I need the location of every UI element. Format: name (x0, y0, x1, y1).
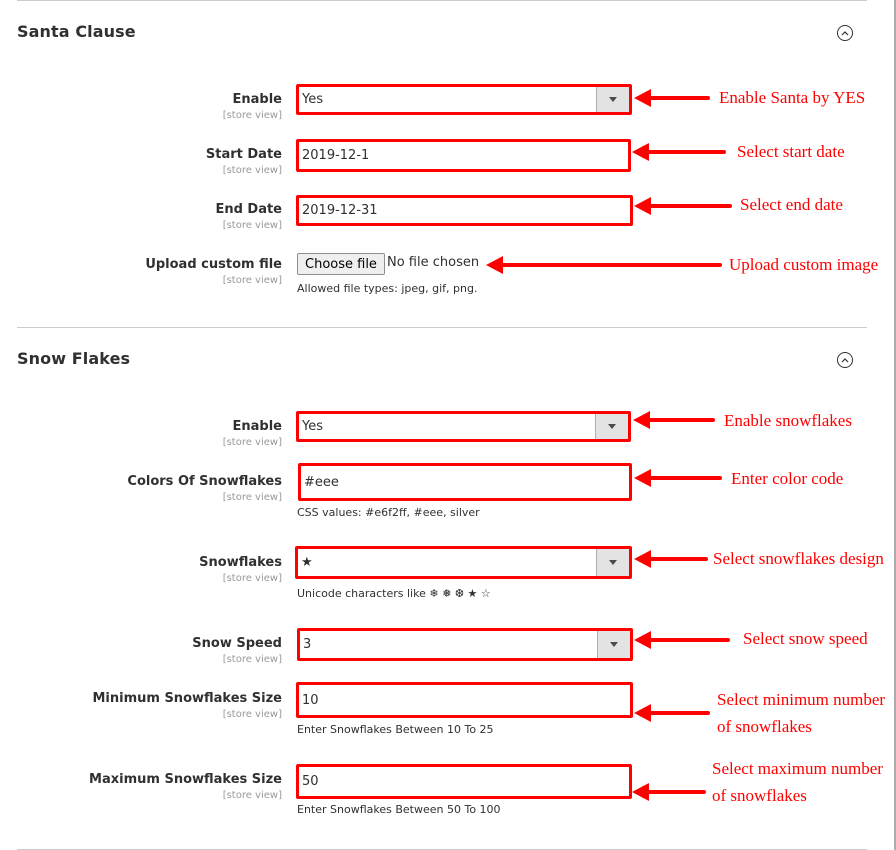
annotation-arrow-icon (486, 255, 722, 275)
end-date-field[interactable] (302, 198, 630, 223)
chevron-up-circle-icon[interactable] (837, 352, 853, 368)
annotation-arrow-icon (634, 196, 732, 216)
dropdown-arrow-icon[interactable] (597, 631, 630, 658)
start-date-label: Start Date (205, 147, 282, 162)
annotation-arrow-icon (632, 782, 706, 802)
annotation-arrow-icon (633, 410, 715, 430)
snowflake-char-scope: [store view] (222, 573, 282, 584)
annotation-max-line2: of snowflakes (712, 786, 807, 805)
santa-enable-select[interactable]: Yes (296, 84, 632, 115)
annotation-santa-enable: Enable Santa by YES (719, 88, 866, 107)
santa-enable-value: Yes (302, 92, 323, 107)
upload-file-scope: [store view] (222, 275, 282, 286)
dropdown-arrow-icon[interactable] (596, 549, 629, 576)
snow-speed-label: Snow Speed (192, 636, 282, 651)
section-divider (17, 327, 867, 328)
annotation-start-date: Select start date (737, 142, 845, 161)
min-size-field[interactable] (302, 685, 630, 715)
annotation-arrow-icon (634, 468, 722, 488)
max-size-scope: [store view] (222, 790, 282, 801)
file-status: No file chosen (387, 255, 480, 270)
chevron-up-circle-icon[interactable] (837, 25, 853, 41)
min-size-input[interactable] (296, 682, 633, 718)
snowflake-char-label: Snowflakes (199, 555, 282, 570)
snowflake-color-field[interactable] (304, 466, 629, 498)
upload-file-note: Allowed file types: jpeg, gif, png. (297, 282, 478, 295)
annotation-upload: Upload custom image (729, 255, 879, 274)
snow-enable-select[interactable]: Yes (296, 411, 631, 442)
min-size-scope: [store view] (222, 709, 282, 720)
annotation-design: Select snowflakes design (713, 549, 884, 568)
annotation-max-line1: Select maximum number (712, 759, 883, 778)
choose-file-button[interactable]: Choose file (297, 253, 385, 275)
snow-enable-scope: [store view] (222, 437, 282, 448)
snow-speed-scope: [store view] (222, 654, 282, 665)
santa-enable-label: Enable (232, 92, 283, 107)
section-title-snow-flakes[interactable]: Snow Flakes (17, 349, 130, 368)
annotation-arrow-icon (632, 142, 726, 162)
min-size-label: Minimum Snowflakes Size (92, 691, 282, 706)
snowflake-char-select[interactable]: ★ (295, 546, 632, 579)
snowflake-color-label: Colors Of Snowflakes (127, 474, 282, 489)
section-divider (17, 0, 867, 1)
annotation-color: Enter color code (731, 469, 844, 488)
snowflake-char-value: ★ (301, 555, 313, 570)
max-size-input[interactable] (296, 764, 632, 799)
dropdown-arrow-icon[interactable] (595, 414, 628, 439)
max-size-note: Enter Snowflakes Between 50 To 100 (297, 803, 501, 816)
snowflake-color-scope: [store view] (222, 492, 282, 503)
min-size-note: Enter Snowflakes Between 10 To 25 (297, 723, 494, 736)
annotation-speed: Select snow speed (743, 629, 868, 648)
annotation-min-line2: of snowflakes (717, 717, 812, 736)
max-size-label: Maximum Snowflakes Size (89, 772, 282, 787)
dropdown-arrow-icon[interactable] (596, 87, 629, 112)
max-size-field[interactable] (302, 767, 629, 796)
snow-speed-select[interactable]: 3 (297, 628, 633, 661)
end-date-label: End Date (215, 202, 282, 217)
annotation-snow-enable: Enable snowflakes (724, 411, 852, 430)
start-date-scope: [store view] (222, 165, 282, 176)
annotation-arrow-icon (634, 88, 710, 108)
end-date-input[interactable] (296, 195, 633, 226)
end-date-scope: [store view] (222, 220, 282, 231)
annotation-arrow-icon (634, 630, 730, 650)
annotation-arrow-icon (634, 703, 710, 723)
annotation-end-date: Select end date (740, 195, 843, 214)
snow-enable-label: Enable (232, 419, 283, 434)
snow-speed-value: 3 (303, 637, 312, 652)
annotation-min-line1: Select minimum number (717, 690, 886, 709)
santa-enable-scope: [store view] (222, 110, 282, 121)
snow-enable-value: Yes (302, 419, 323, 434)
annotation-arrow-icon (634, 549, 708, 569)
start-date-field[interactable] (302, 142, 628, 169)
snowflake-color-input[interactable] (298, 463, 632, 501)
upload-file-label: Upload custom file (145, 257, 282, 272)
snowflake-color-note: CSS values: #e6f2ff, #eee, silver (297, 506, 480, 519)
snowflake-char-note: Unicode characters like ❄ ❅ ❆ ★ ☆ (297, 587, 491, 600)
start-date-input[interactable] (296, 139, 631, 172)
section-title-santa-clause[interactable]: Santa Clause (17, 22, 136, 41)
